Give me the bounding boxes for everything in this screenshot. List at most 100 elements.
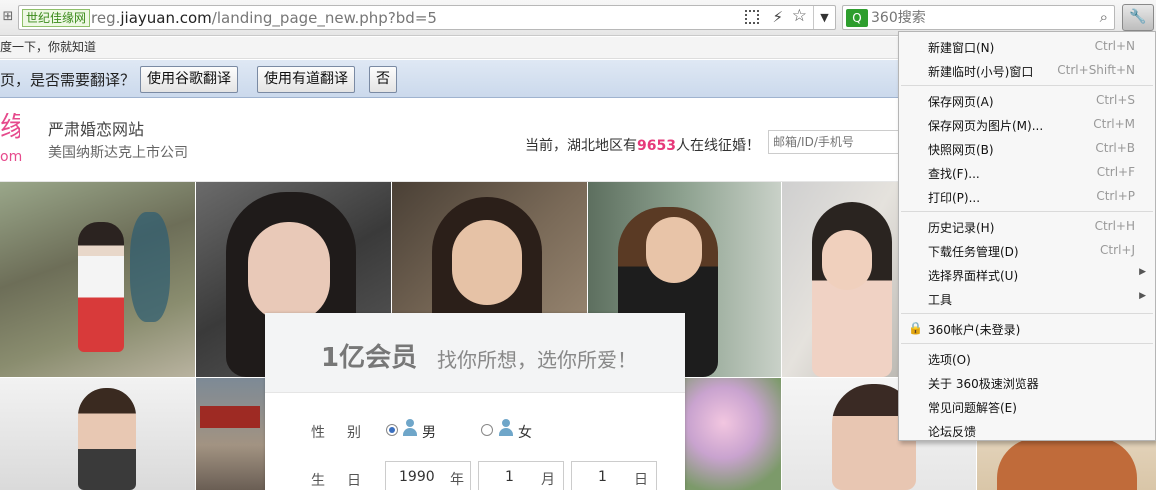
menu-item-label: 选项(O) [928, 353, 971, 367]
brand-subtitle: 美国纳斯达克上市公司 [48, 145, 188, 161]
menu-item-shortcut: Ctrl+J [1100, 243, 1135, 257]
menu-item-shortcut: Ctrl+N [1094, 39, 1135, 53]
online-count: 9653 [637, 138, 676, 154]
menu-item-find[interactable]: 查找(F)... Ctrl+F [899, 160, 1155, 184]
menu-item-label: 工具 [928, 293, 953, 307]
menu-item-account[interactable]: 🔒 360帐户(未登录) [899, 316, 1155, 340]
wrench-icon[interactable]: 🔧 [1122, 4, 1154, 31]
birth-month-value: 1 [505, 469, 514, 485]
translate-question: 页，是否需要翻译？ [0, 71, 136, 89]
online-count-text: 当前，湖北地区有9653人在线征婚！ [525, 135, 760, 155]
submenu-arrow-icon: ▶ [1139, 267, 1146, 277]
login-id-input[interactable] [768, 130, 908, 154]
submenu-arrow-icon: ▶ [1139, 291, 1146, 301]
menu-item-downloads[interactable]: 下载任务管理(D) Ctrl+J [899, 238, 1155, 262]
menu-item-label: 历史记录(H) [928, 221, 995, 235]
menu-item-shortcut: Ctrl+Shift+N [1057, 63, 1135, 77]
member-photo[interactable] [685, 378, 781, 490]
menu-item-print[interactable]: 打印(P)... Ctrl+P [899, 184, 1155, 208]
day-unit: 日 [634, 472, 648, 488]
menu-item-tools[interactable]: 工具 ▶ [899, 286, 1155, 310]
gender-female-label[interactable]: 女 [518, 422, 532, 442]
url-prefix: reg. [91, 9, 121, 27]
menu-item-shortcut: Ctrl+B [1095, 141, 1135, 155]
member-photo[interactable] [0, 182, 195, 377]
gender-male-radio[interactable] [386, 424, 398, 436]
menu-item-label: 选择界面样式(U) [928, 269, 1019, 283]
grid-icon[interactable]: ⊞ [0, 9, 16, 25]
lock-icon: 🔒 [908, 321, 923, 335]
menu-item-new-window[interactable]: 新建窗口(N) Ctrl+N [899, 34, 1155, 58]
registration-slogan: 找你所想，选你所爱！ [437, 348, 637, 372]
female-icon [499, 419, 513, 437]
menu-item-label: 保存网页(A) [928, 95, 994, 109]
online-prefix: 当前，湖北地区有 [525, 138, 637, 154]
menu-item-label: 打印(P)... [928, 191, 981, 205]
menu-item-label: 新建临时(小号)窗口 [928, 65, 1034, 79]
menu-item-shortcut: Ctrl+P [1096, 189, 1135, 203]
birthday-label: 生日 [311, 473, 383, 489]
menu-item-label: 常见问题解答(E) [928, 401, 1017, 415]
birth-year-value: 1990 [399, 469, 435, 485]
gender-male-label[interactable]: 男 [422, 422, 436, 442]
menu-separator [901, 343, 1153, 344]
birth-day-select[interactable]: 1 日 [571, 461, 657, 490]
url-path: /landing_page_new.php?bd=5 [211, 9, 437, 27]
menu-item-shortcut: Ctrl+F [1096, 165, 1135, 179]
member-photo[interactable] [0, 378, 195, 490]
menu-separator [901, 211, 1153, 212]
year-unit: 年 [450, 472, 464, 488]
menu-item-feedback[interactable]: 论坛反馈 [899, 418, 1155, 442]
month-unit: 月 [541, 472, 555, 488]
url-text[interactable]: reg.jiayuan.com/landing_page_new.php?bd=… [91, 9, 437, 27]
menu-item-shortcut: Ctrl+M [1093, 117, 1135, 131]
menu-item-faq[interactable]: 常见问题解答(E) [899, 394, 1155, 418]
brand-title: 严肃婚恋网站 [48, 120, 145, 139]
site-badge: 世纪佳缘网 [22, 9, 91, 27]
member-count-headline: 1亿会员 [321, 343, 418, 373]
bolt-icon[interactable]: ⚡ [772, 8, 783, 26]
address-bar[interactable]: 世纪佳缘网 reg.jiayuan.com/landing_page_new.p… [18, 5, 836, 30]
online-suffix: 人在线征婚！ [675, 138, 760, 154]
birth-year-select[interactable]: 1990 年 [385, 461, 471, 490]
logo-sub: om [0, 149, 23, 165]
chevron-down-icon[interactable]: ▼ [813, 6, 835, 29]
birth-day-value: 1 [598, 469, 607, 485]
male-icon [403, 419, 417, 437]
menu-item-history[interactable]: 历史记录(H) Ctrl+H [899, 214, 1155, 238]
birth-month-select[interactable]: 1 月 [478, 461, 564, 490]
search-input[interactable] [871, 8, 1081, 28]
registration-header: 1亿会员 找你所想，选你所爱！ [265, 313, 685, 393]
menu-item-ui-style[interactable]: 选择界面样式(U) ▶ [899, 262, 1155, 286]
360-search-icon[interactable]: Q [846, 9, 868, 27]
member-photo[interactable] [196, 378, 265, 490]
menu-separator [901, 85, 1153, 86]
menu-item-label: 论坛反馈 [928, 425, 977, 439]
menu-item-options[interactable]: 选项(O) [899, 346, 1155, 370]
menu-item-shortcut: Ctrl+H [1094, 219, 1135, 233]
hint-text: 度一下，你就知道 [0, 40, 97, 54]
qr-code-icon[interactable] [745, 10, 759, 24]
browser-tools-menu: 新建窗口(N) Ctrl+N 新建临时(小号)窗口 Ctrl+Shift+N 保存网… [898, 31, 1156, 441]
google-translate-button[interactable]: 使用谷歌翻译 [140, 66, 238, 93]
menu-item-label: 查找(F)... [928, 167, 980, 181]
search-box[interactable]: Q ⌕ [842, 5, 1115, 30]
url-domain: jiayuan.com [120, 9, 212, 27]
menu-item-save-page[interactable]: 保存网页(A) Ctrl+S [899, 88, 1155, 112]
no-translate-button[interactable]: 否 [369, 66, 397, 93]
magnifier-icon[interactable]: ⌕ [1100, 8, 1108, 26]
menu-item-label: 360帐户(未登录) [928, 323, 1021, 337]
registration-panel: 1亿会员 找你所想，选你所爱！ 性别 男 女 生日 1990 年 1 月 1 日 [265, 313, 685, 490]
menu-item-save-as-image[interactable]: 保存网页为图片(M)... Ctrl+M [899, 112, 1155, 136]
gender-female-radio[interactable] [481, 424, 493, 436]
menu-item-label: 关于 360极速浏览器 [928, 377, 1039, 391]
menu-item-new-private-window[interactable]: 新建临时(小号)窗口 Ctrl+Shift+N [899, 58, 1155, 82]
member-photo[interactable] [782, 182, 898, 377]
youdao-translate-button[interactable]: 使用有道翻译 [257, 66, 355, 93]
menu-item-snapshot[interactable]: 快照网页(B) Ctrl+B [899, 136, 1155, 160]
menu-item-label: 快照网页(B) [928, 143, 994, 157]
menu-item-shortcut: Ctrl+S [1095, 93, 1135, 107]
star-icon[interactable]: ☆ [792, 6, 807, 26]
menu-item-about[interactable]: 关于 360极速浏览器 [899, 370, 1155, 394]
menu-item-label: 新建窗口(N) [928, 41, 995, 55]
